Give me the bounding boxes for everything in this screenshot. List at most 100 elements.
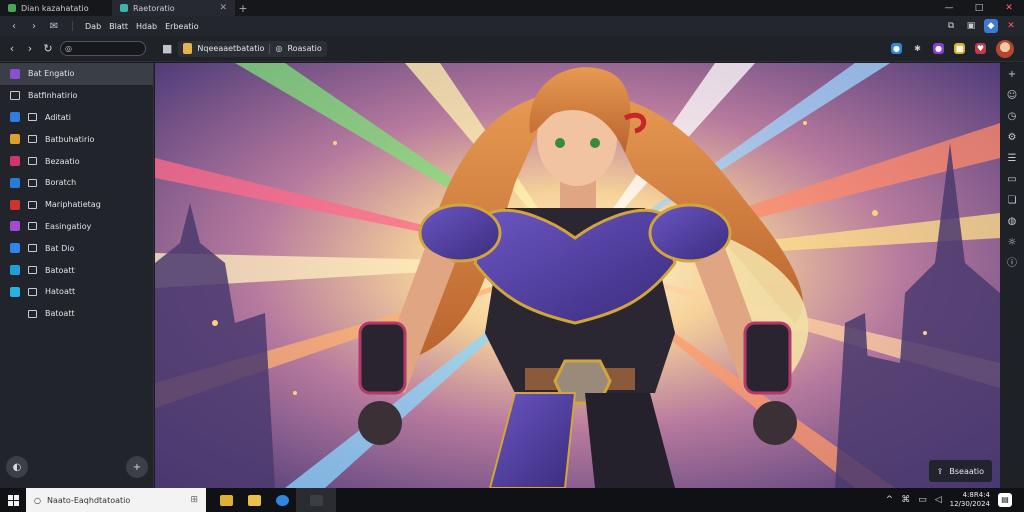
window-icon [309, 494, 323, 506]
breadcrumb-file[interactable]: Nqeeaaetbatatio [197, 44, 264, 53]
lock-icon[interactable]: ▣ [964, 19, 978, 33]
address-bar[interactable]: ◎ [60, 41, 146, 56]
maximize-button[interactable]: □ [964, 0, 994, 16]
menu-item-1[interactable]: Blatt [109, 22, 128, 31]
back-icon[interactable]: ‹ [8, 21, 20, 32]
sidebar-item-0[interactable]: Bat Engatio [0, 63, 153, 85]
close-icon[interactable]: ✕ [1004, 19, 1018, 33]
menu-item-0[interactable]: Dab [85, 22, 101, 31]
orange-app-icon [10, 134, 20, 145]
sidebar-item-label: Batoatt [45, 265, 75, 275]
divider [72, 21, 73, 31]
title-bar: Dian kazahatatio Raetoratio ✕ + — □ ✕ [0, 0, 1024, 16]
minimize-button[interactable]: — [934, 0, 964, 16]
floating-action-button[interactable]: ⇪ Bseaatio [928, 460, 992, 482]
right-fist [753, 401, 797, 445]
sun-icon[interactable]: ☼ [1006, 235, 1018, 250]
back-icon[interactable]: ‹ [6, 42, 18, 55]
folder-icon [28, 157, 37, 166]
breadcrumb[interactable]: Nqeeaaetbatatio ◎ Roasatio [178, 40, 327, 57]
sidebar-item-6[interactable]: Mariphatietag [0, 194, 153, 216]
avatar[interactable] [996, 39, 1014, 58]
theme-toggle-button[interactable]: ◐ [6, 456, 28, 478]
window-icon[interactable]: ▭ [1006, 172, 1018, 187]
right-gauntlet [743, 321, 792, 395]
left-fist [358, 401, 402, 445]
chevron-up-icon[interactable]: ^ [886, 495, 894, 505]
mail-icon[interactable]: ✉ [48, 21, 60, 32]
sidebar-item-7[interactable]: Easingatioy [0, 216, 153, 238]
taskbar-app-explorer[interactable] [212, 488, 240, 512]
refresh-icon[interactable]: ↻ [42, 42, 54, 55]
windows-logo-icon [7, 494, 19, 506]
sidebar-item-5[interactable]: Boratch [0, 172, 153, 194]
folder-icon [28, 200, 37, 209]
copy-icon[interactable]: ⧉ [944, 19, 958, 33]
clock[interactable]: 4:8R4:4 12/30/2024 [950, 491, 990, 509]
sidebar-item-label: Batbuhatirio [45, 134, 95, 144]
stop-icon[interactable]: ■ [162, 42, 172, 55]
sidebar-item-8[interactable]: Bat Dio [0, 237, 153, 259]
add-icon[interactable]: + [1006, 67, 1018, 82]
sidebar-item-label: Boratch [45, 178, 77, 188]
sidebar-item-10[interactable]: Hatoatt [0, 281, 153, 303]
notification-icon[interactable]: ▤ [998, 493, 1012, 507]
sidebar-item-1[interactable]: Batfinhatirio [0, 85, 153, 107]
yellow-extension-icon[interactable]: ■ [954, 43, 965, 54]
sidebar-item-4[interactable]: Bezaatio [0, 150, 153, 172]
taskbar-app-files[interactable] [240, 488, 268, 512]
share-icon: ⇪ [936, 466, 944, 476]
network-icon[interactable]: ⌘ [901, 495, 910, 505]
sidebar-item-3[interactable]: Batbuhatirio [0, 128, 153, 150]
sidebar-item-9[interactable]: Batoatt [0, 259, 153, 281]
menu-item-2[interactable]: Hdab [136, 22, 157, 31]
cloud-icon[interactable]: ● [891, 43, 902, 54]
toolbar-right-icons: ● ✱ ● ■ ♥ [891, 39, 1024, 58]
info-icon[interactable]: ⓘ [1006, 256, 1018, 271]
shield-icon[interactable]: ◆ [984, 19, 998, 33]
browser-icon [275, 494, 289, 506]
floating-action-label: Bseaatio [949, 466, 984, 476]
search-icon: ◎ [65, 44, 72, 53]
settings-icon[interactable]: ⚙ [1006, 130, 1018, 145]
volume-icon[interactable]: ◁ [935, 495, 942, 505]
person-icon[interactable]: ☺ [1006, 88, 1018, 103]
heart-icon[interactable]: ♥ [975, 43, 986, 54]
taskbar-search[interactable]: ○ Naato-Eaqhdtatoatio ⊞ [26, 488, 206, 512]
sidebar-item-11[interactable]: Batoatt [0, 303, 153, 325]
tab-1[interactable]: Raetoratio ✕ [112, 0, 235, 16]
purple-extension-icon[interactable]: ● [933, 43, 944, 54]
toolbar: ‹ › ↻ ◎ ■ Nqeeaaetbatatio ◎ Roasatio ● ✱… [0, 36, 1024, 62]
taskbar-app-browser[interactable] [268, 488, 296, 512]
layers-icon[interactable]: ☰ [1006, 151, 1018, 166]
tab-0[interactable]: Dian kazahatatio [0, 0, 112, 16]
menu-item-3[interactable]: Erbeatio [165, 22, 199, 31]
blue-app-icon [10, 112, 20, 123]
folder-icon [28, 244, 37, 253]
window-controls: — □ ✕ [934, 0, 1024, 16]
right-toolbar: + ☺ ◷ ⚙ ☰ ▭ ❏ ◍ ☼ ⓘ [1000, 63, 1024, 488]
start-button[interactable] [0, 488, 26, 512]
close-tab-icon[interactable]: ✕ [219, 3, 227, 13]
extensions-icon[interactable]: ✱ [912, 43, 923, 54]
folder-icon [28, 266, 37, 275]
camera-icon[interactable]: ⊞ [190, 495, 198, 505]
history-icon[interactable]: ◷ [1006, 109, 1018, 124]
forward-icon[interactable]: › [28, 21, 40, 32]
book-icon[interactable]: ❏ [1006, 193, 1018, 208]
sidebar-item-label: Bat Engatio [28, 69, 75, 79]
sidebar-item-label: Bat Dio [45, 243, 75, 253]
sidebar-item-2[interactable]: Aditati [0, 107, 153, 129]
taskbar-app-active[interactable] [296, 488, 336, 512]
add-button[interactable]: + [126, 456, 148, 478]
purple-app-icon [10, 68, 20, 79]
new-tab-button[interactable]: + [235, 2, 251, 15]
battery-icon[interactable]: ▭ [918, 495, 927, 505]
forward-icon[interactable]: › [24, 42, 36, 55]
globe-icon[interactable]: ◍ [1006, 214, 1018, 229]
breadcrumb-view[interactable]: Roasatio [287, 44, 321, 53]
folder-icon [28, 113, 37, 122]
close-window-button[interactable]: ✕ [994, 0, 1024, 16]
folder-icon [28, 309, 37, 318]
sidebar-footer: ◐ + [6, 456, 148, 478]
